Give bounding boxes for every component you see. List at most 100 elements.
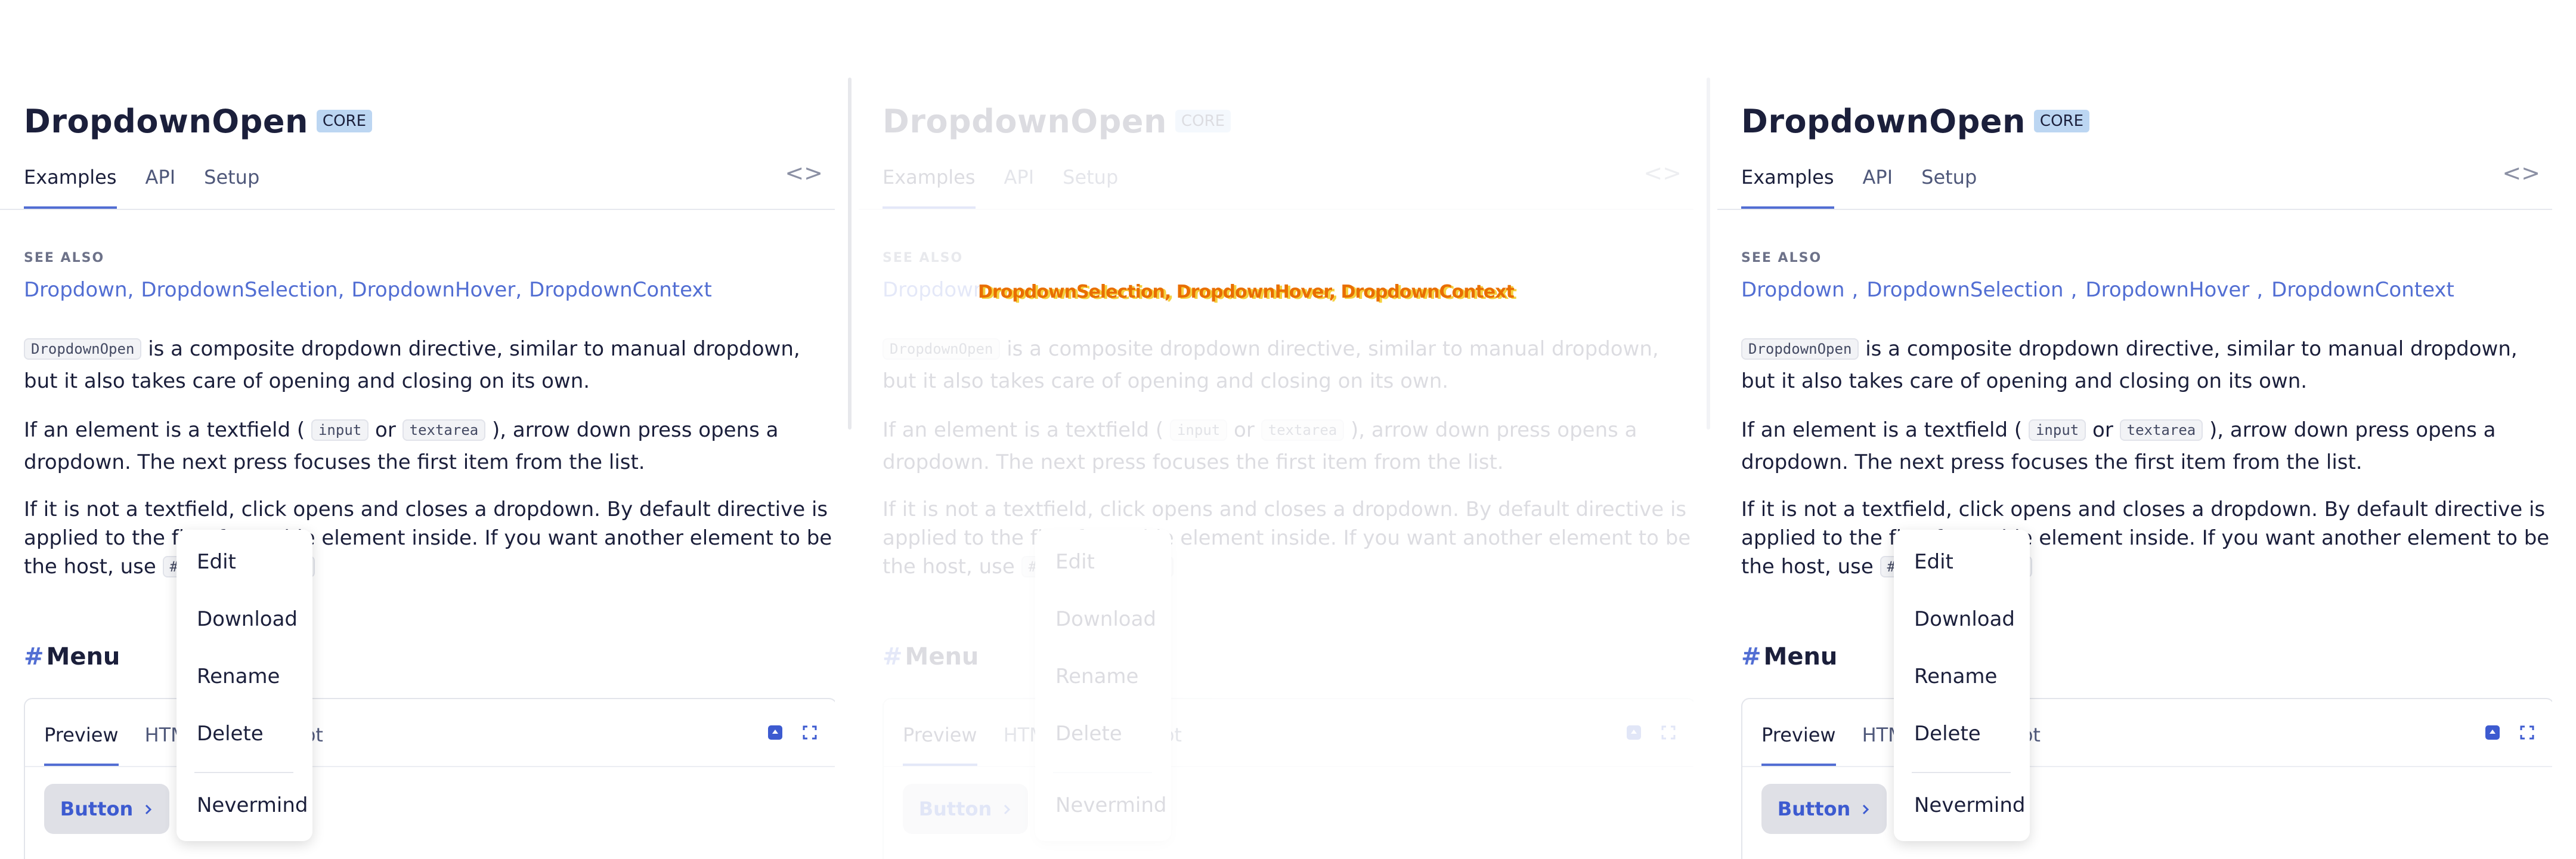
link-dropdown-selection[interactable]: DropdownSelection [1866, 278, 2063, 302]
doc-tabs: Examples API Setup [1741, 161, 1977, 209]
tab-examples[interactable]: Examples [1741, 161, 1834, 209]
menu-item-edit[interactable]: Edit [197, 550, 236, 574]
demo-divider [25, 766, 835, 767]
stackblitz-icon[interactable] [1626, 724, 1642, 741]
dropdown-trigger-button[interactable]: Button [903, 784, 1028, 834]
description-paragraph-1: DropdownOpen is a composite dropdown dir… [883, 333, 1693, 397]
link-separator: , [338, 278, 345, 302]
see-also-label: SEE ALSO [1741, 251, 1822, 265]
paragraph-text: or [2092, 418, 2113, 442]
page-header: DropdownOpen CORE [883, 100, 1231, 142]
fullscreen-icon[interactable] [801, 724, 818, 741]
paragraph-text: or [375, 418, 396, 442]
tab-api[interactable]: API [1004, 161, 1035, 209]
fullscreen-icon[interactable] [2519, 724, 2535, 741]
code-input: input [311, 419, 369, 441]
description-paragraph-3: If it is not a textfield, click opens an… [24, 495, 835, 581]
demo-divider [1742, 766, 2552, 767]
link-separator: , [2256, 278, 2264, 302]
page-title: DropdownOpen [883, 102, 1167, 140]
description-paragraph-2: If an element is a textfield ( input or … [24, 414, 835, 478]
menu-divider [194, 772, 293, 773]
demo-actions [767, 724, 818, 741]
tab-setup[interactable]: Setup [1921, 161, 1977, 209]
tabs-divider [0, 209, 835, 210]
panel-scrollbar[interactable] [848, 78, 852, 430]
section-heading-menu: # Menu [1741, 643, 1837, 670]
link-dropdown-hover[interactable]: DropdownHover [2085, 278, 2249, 302]
demo-tab-preview[interactable]: Preview [1761, 717, 1836, 766]
code-brackets-icon[interactable]: <> [785, 160, 823, 186]
menu-item-rename[interactable]: Rename [1055, 665, 1138, 688]
menu-item-delete[interactable]: Delete [1055, 722, 1122, 746]
link-dropdown-selection[interactable]: DropdownSelection [141, 278, 338, 302]
fullscreen-icon[interactable] [1660, 724, 1677, 741]
link-separator: , [515, 278, 522, 302]
paragraph-text: If an element is a textfield ( [883, 418, 1164, 442]
menu-item-rename[interactable]: Rename [197, 665, 280, 688]
menu-item-delete[interactable]: Delete [197, 722, 264, 746]
tab-setup[interactable]: Setup [204, 161, 259, 209]
code-textarea: textarea [1261, 419, 1345, 441]
doc-panel-middle: DropdownOpen CORE Examples API Setup <> … [859, 0, 1693, 859]
menu-item-edit[interactable]: Edit [1914, 550, 1953, 574]
section-title: Menu [905, 643, 979, 670]
button-label: Button [60, 798, 134, 820]
see-also-links: Dropdown, DropdownSelection, DropdownHov… [24, 278, 712, 302]
button-label: Button [1777, 798, 1851, 820]
code-brackets-icon[interactable]: <> [2502, 160, 2540, 186]
code-dropdown-open: DropdownOpen [1741, 338, 1859, 360]
link-dropdown[interactable]: Dropdown [24, 278, 128, 302]
link-dropdown-context[interactable]: DropdownContext [2271, 278, 2454, 302]
dropdown-trigger-button[interactable]: Button [44, 784, 169, 834]
tabs-divider [1717, 209, 2552, 210]
anchor-hash[interactable]: # [883, 643, 903, 670]
menu-item-rename[interactable]: Rename [1914, 665, 1997, 688]
demo-box: Preview HTML TypeScript Button [883, 698, 1693, 859]
link-dropdown[interactable]: Dropdown [1741, 278, 1845, 302]
link-dropdown-context[interactable]: DropdownContext [529, 278, 712, 302]
tab-setup[interactable]: Setup [1063, 161, 1118, 209]
demo-tab-preview[interactable]: Preview [903, 717, 977, 766]
link-dropdown-hover[interactable]: DropdownHover [351, 278, 515, 302]
menu-item-nevermind[interactable]: Nevermind [1914, 793, 2025, 817]
see-also-label: SEE ALSO [24, 251, 105, 265]
doc-content: DropdownOpen CORE Examples API Setup <> … [859, 0, 1693, 859]
code-textarea: textarea [402, 419, 486, 441]
paragraph-text: or [1234, 418, 1255, 442]
tab-examples[interactable]: Examples [883, 161, 976, 209]
code-textarea: textarea [2119, 419, 2203, 441]
glitch-text: DropdownSelection, DropdownHover, Dropdo… [978, 282, 1515, 302]
description-paragraph-3: If it is not a textfield, click opens an… [883, 495, 1693, 581]
tab-api[interactable]: API [145, 161, 176, 209]
page-title: DropdownOpen [24, 102, 308, 140]
anchor-hash[interactable]: # [24, 643, 44, 670]
stackblitz-icon[interactable] [2484, 724, 2501, 741]
menu-item-download[interactable]: Download [1055, 607, 1156, 631]
menu-item-download[interactable]: Download [197, 607, 298, 631]
core-badge: CORE [316, 110, 373, 132]
stackblitz-icon[interactable] [767, 724, 784, 741]
menu-item-nevermind[interactable]: Nevermind [197, 793, 308, 817]
see-also-label: SEE ALSO [883, 251, 964, 265]
demo-actions [1626, 724, 1677, 741]
doc-panel-right: DropdownOpen CORE Examples API Setup <> … [1717, 0, 2552, 859]
dropdown-trigger-button[interactable]: Button [1761, 784, 1887, 834]
tab-examples[interactable]: Examples [24, 161, 117, 209]
menu-item-download[interactable]: Download [1914, 607, 2015, 631]
link-dropdown[interactable]: Dropdown [883, 278, 986, 302]
demo-box: Preview HTML TypeScript Button [1741, 698, 2552, 859]
tab-api[interactable]: API [1863, 161, 1893, 209]
demo-tab-preview[interactable]: Preview [44, 717, 119, 766]
section-heading-menu: # Menu [24, 643, 120, 670]
section-title: Menu [1763, 643, 1838, 670]
screenshot-panels: DropdownOpen CORE Examples API Setup <> … [0, 0, 2576, 859]
menu-item-nevermind[interactable]: Nevermind [1055, 793, 1166, 817]
code-dropdown-open: DropdownOpen [883, 338, 1001, 360]
code-input: input [1169, 419, 1228, 441]
menu-item-edit[interactable]: Edit [1055, 550, 1095, 574]
dropdown-menu: Edit Download Rename Delete Nevermind [1035, 530, 1171, 841]
anchor-hash[interactable]: # [1741, 643, 1761, 670]
menu-item-delete[interactable]: Delete [1914, 722, 1981, 746]
code-brackets-icon[interactable]: <> [1643, 160, 1682, 186]
